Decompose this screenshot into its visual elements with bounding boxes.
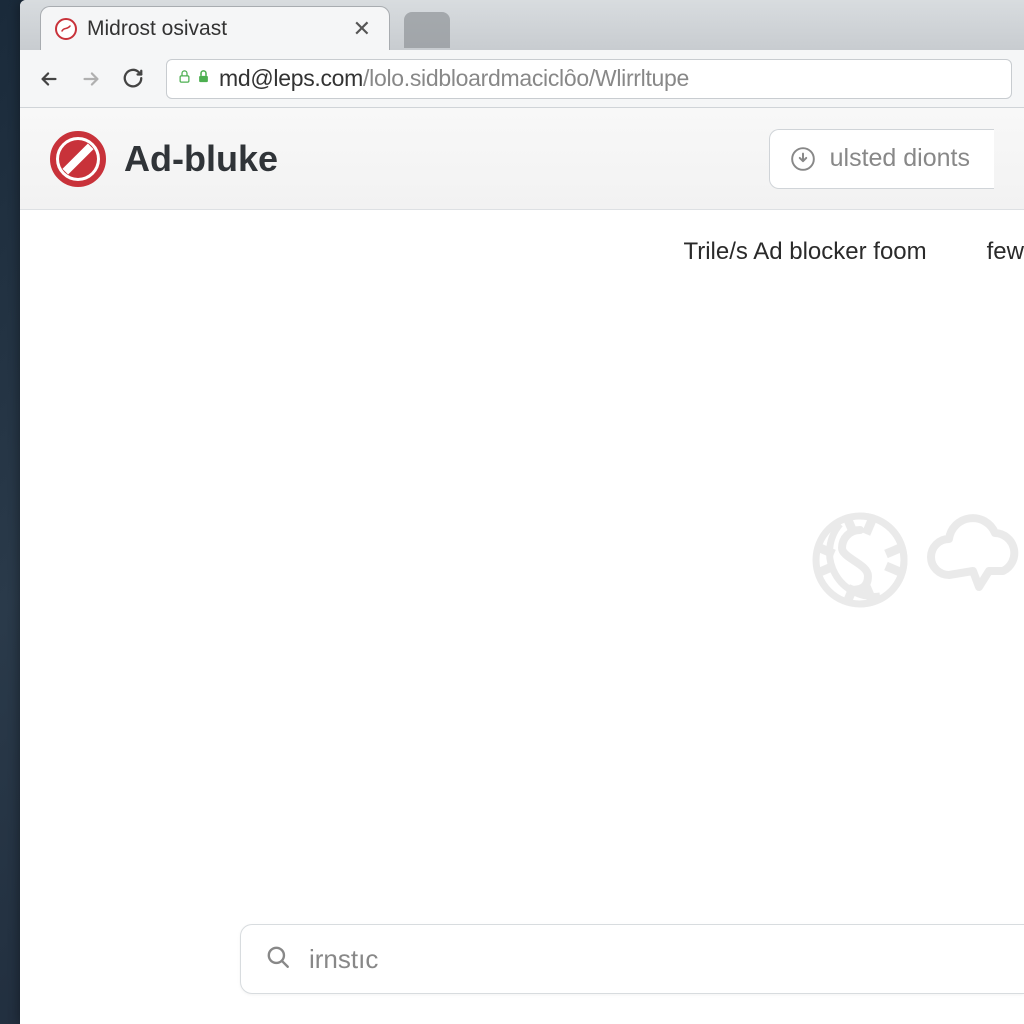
- address-bar[interactable]: md@leps.com/lolo.sidbloardmaciclȏo/Wlirr…: [166, 59, 1012, 99]
- header-action-button[interactable]: ulsted dionts: [769, 129, 994, 189]
- watermark-icons: [810, 510, 1024, 615]
- gear-swirl-icon: [810, 510, 910, 615]
- forward-button[interactable]: [74, 62, 108, 96]
- inactive-tab[interactable]: [404, 12, 450, 48]
- adblock-logo-icon: [50, 131, 106, 187]
- page-body: Trile/s Ad blocker foom few: [20, 210, 1024, 1024]
- browser-window: Midrost osivast ✕: [20, 0, 1024, 1024]
- tab-strip: Midrost osivast ✕: [20, 0, 1024, 50]
- page-header: Ad-bluke ulsted dionts: [20, 108, 1024, 210]
- lock-filled-icon: [196, 68, 211, 90]
- tab-title: Midrost osivast: [87, 17, 339, 41]
- header-button-label: ulsted dionts: [830, 144, 970, 173]
- reload-button[interactable]: [116, 62, 150, 96]
- subheader-row: Trile/s Ad blocker foom few: [20, 238, 1024, 266]
- lock-outline-icon: [177, 68, 192, 90]
- tab-favicon-icon: [55, 18, 77, 40]
- subheader-text: Trile/s Ad blocker foom: [683, 238, 926, 266]
- page-content: Ad-bluke ulsted dionts Trile/s Ad blocke…: [20, 108, 1024, 1024]
- back-button[interactable]: [32, 62, 66, 96]
- close-icon[interactable]: ✕: [349, 14, 375, 44]
- cloud-speech-icon: [924, 510, 1024, 615]
- download-circle-icon: [790, 146, 816, 172]
- url-path: /lolo.sidbloardmaciclȏo/Wlirrltupe: [363, 65, 689, 91]
- security-indicator: [177, 68, 211, 90]
- search-input[interactable]: [309, 944, 1000, 975]
- subheader-right-text: few: [987, 238, 1024, 266]
- search-bar[interactable]: [240, 924, 1024, 994]
- search-icon: [265, 944, 291, 975]
- url-host: md@leps.com: [219, 65, 363, 91]
- browser-toolbar: md@leps.com/lolo.sidbloardmaciclȏo/Wlirr…: [20, 50, 1024, 108]
- brand: Ad-bluke: [50, 131, 278, 187]
- brand-title: Ad-bluke: [124, 138, 278, 180]
- url-display: md@leps.com/lolo.sidbloardmaciclȏo/Wlirr…: [219, 65, 689, 92]
- active-tab[interactable]: Midrost osivast ✕: [40, 6, 390, 50]
